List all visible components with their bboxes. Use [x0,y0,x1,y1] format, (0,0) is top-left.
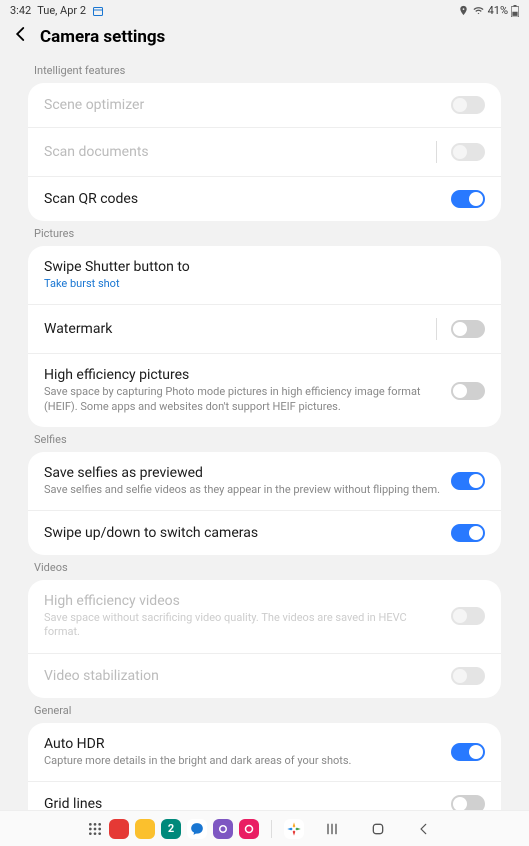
toggle-watermark[interactable] [451,320,485,338]
divider [436,141,437,163]
label-video-stabilization: Video stabilization [44,668,443,684]
toggle-auto-hdr[interactable] [451,743,485,761]
label-high-eff-videos: High efficiency videos [44,593,443,609]
label-high-eff-pictures: High efficiency pictures [44,367,443,383]
label-auto-hdr: Auto HDR [44,736,443,752]
label-scan-documents: Scan documents [44,144,428,160]
app-drawer-icon[interactable] [87,821,103,837]
card-videos: High efficiency videos Save space withou… [28,580,501,698]
label-swipe-switch: Swipe up/down to switch cameras [44,525,443,541]
toggle-scan-documents[interactable] [451,143,485,161]
sub-save-previewed: Save selfies and selfie videos as they a… [44,483,443,497]
app-icon-2[interactable] [135,819,155,839]
toggle-scene-optimizer[interactable] [451,96,485,114]
app-icon-3[interactable]: 2 [161,819,181,839]
app-icon-7[interactable] [284,819,304,839]
label-save-previewed: Save selfies as previewed [44,465,443,481]
section-header-intelligent: Intelligent features [28,58,501,83]
battery-icon [511,5,519,17]
location-icon [458,5,469,16]
wifi-icon [472,5,485,16]
row-auto-hdr[interactable]: Auto HDR Capture more details in the bri… [28,723,501,782]
status-date: Tue, Apr 2 [37,4,86,17]
row-video-stabilization: Video stabilization [28,654,501,698]
row-scan-documents[interactable]: Scan documents [28,128,501,177]
toggle-save-previewed[interactable] [451,472,485,490]
sub-high-eff-pictures: Save space by capturing Photo mode pictu… [44,385,443,414]
page-title: Camera settings [40,27,165,47]
row-watermark[interactable]: Watermark [28,305,501,354]
row-high-eff-videos: High efficiency videos Save space withou… [28,580,501,654]
section-header-general: General [28,698,501,723]
nav-back[interactable] [406,822,442,836]
status-bar: 3:42 Tue, Apr 2 41% [0,0,529,19]
label-scan-qr: Scan QR codes [44,191,443,207]
sub-high-eff-videos: Save space without sacrificing video qua… [44,611,443,640]
divider [436,318,437,340]
card-pictures: Swipe Shutter button to Take burst shot … [28,246,501,427]
row-scan-qr[interactable]: Scan QR codes [28,177,501,221]
label-watermark: Watermark [44,321,428,337]
row-scene-optimizer[interactable]: Scene optimizer [28,83,501,128]
calendar-icon [92,5,104,17]
status-time: 3:42 [10,4,31,17]
section-header-videos: Videos [28,555,501,580]
section-header-pictures: Pictures [28,221,501,246]
app-icon-1[interactable] [109,819,129,839]
card-general: Auto HDR Capture more details in the bri… [28,723,501,818]
section-header-selfies: Selfies [28,427,501,452]
page-header: Camera settings [0,19,529,58]
back-button[interactable] [12,25,30,48]
label-swipe-shutter: Swipe Shutter button to [44,259,485,275]
app-icon-6[interactable] [239,819,259,839]
toggle-scan-qr[interactable] [451,190,485,208]
nav-home[interactable] [360,821,396,837]
toggle-swipe-switch[interactable] [451,524,485,542]
toggle-video-stabilization [451,667,485,685]
taskbar: 2 [0,810,529,846]
nav-recents[interactable] [314,821,350,837]
sub-auto-hdr: Capture more details in the bright and d… [44,754,443,768]
toggle-high-eff-videos [451,607,485,625]
card-selfies: Save selfies as previewed Save selfies a… [28,452,501,555]
label-scene-optimizer: Scene optimizer [44,97,443,113]
card-intelligent: Scene optimizer Scan documents Scan QR c… [28,83,501,221]
row-swipe-shutter[interactable]: Swipe Shutter button to Take burst shot [28,246,501,305]
row-high-eff-pictures[interactable]: High efficiency pictures Save space by c… [28,354,501,427]
row-swipe-switch[interactable]: Swipe up/down to switch cameras [28,511,501,555]
settings-scroll[interactable]: Intelligent features Scene optimizer Sca… [0,58,529,818]
battery-percent: 41% [488,4,508,17]
taskbar-separator [271,820,272,838]
row-save-previewed[interactable]: Save selfies as previewed Save selfies a… [28,452,501,511]
toggle-high-eff-pictures[interactable] [451,382,485,400]
app-icon-5[interactable] [213,819,233,839]
value-swipe-shutter: Take burst shot [44,277,485,291]
app-icon-4[interactable] [187,819,207,839]
